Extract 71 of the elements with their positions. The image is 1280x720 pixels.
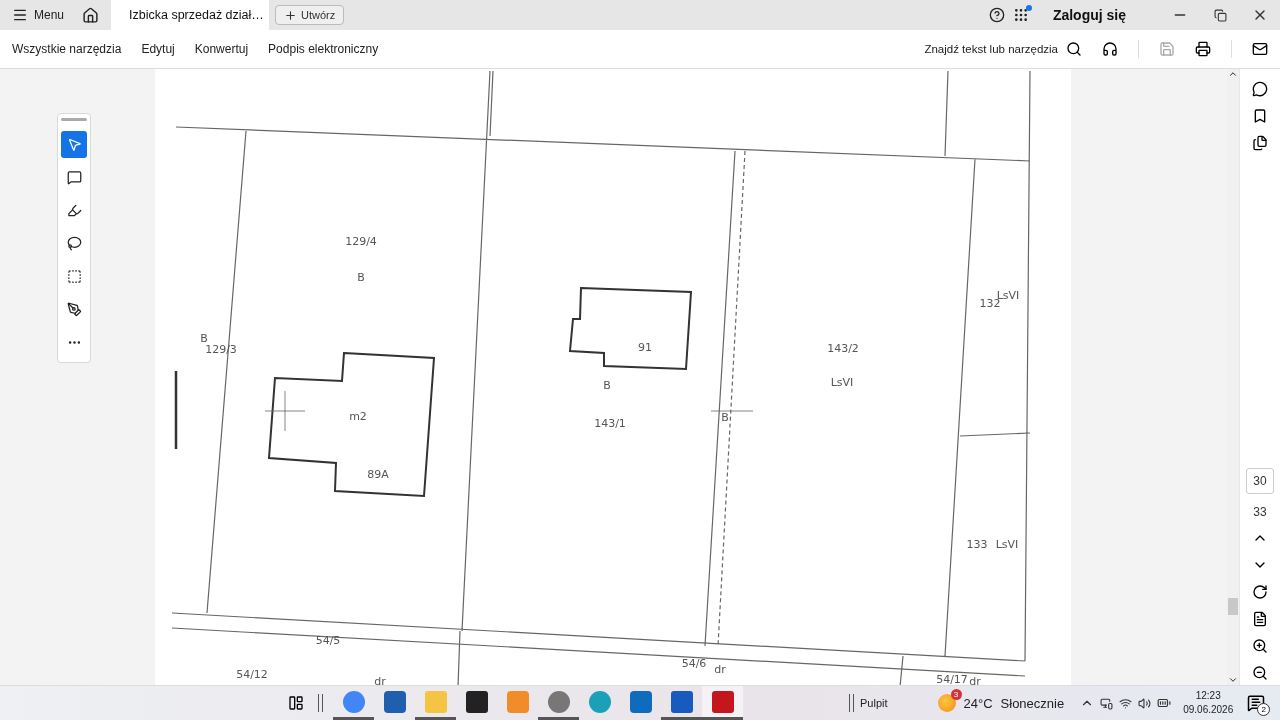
- highlight-icon[interactable]: [66, 203, 82, 218]
- select-tool-button[interactable]: [61, 131, 87, 158]
- parcel-label: LsVI: [995, 538, 1019, 551]
- sign-in-button[interactable]: Zaloguj się: [1046, 6, 1132, 24]
- print-icon[interactable]: [1195, 41, 1211, 57]
- parcel-label: 54/12: [236, 668, 268, 681]
- scroll-down-icon[interactable]: [1228, 675, 1238, 685]
- device-icon[interactable]: [1100, 696, 1114, 710]
- lasso-icon[interactable]: [66, 236, 82, 251]
- volume-icon[interactable]: [1138, 696, 1152, 710]
- parcel-label: dr: [969, 675, 981, 685]
- parcel-label: dr: [374, 675, 386, 685]
- parcel-label: 54/6: [681, 657, 707, 670]
- search-icon[interactable]: [1066, 41, 1082, 57]
- weather-temperature[interactable]: 24°C: [963, 695, 993, 711]
- parcel-label: B: [357, 271, 365, 284]
- parcel-label: B: [603, 379, 611, 392]
- scrollbar-thumb[interactable]: [1228, 598, 1238, 615]
- comment-icon[interactable]: [1252, 81, 1268, 97]
- task-view-icon[interactable]: [288, 695, 304, 711]
- desktop-label[interactable]: Pulpit: [860, 697, 888, 709]
- restore-icon[interactable]: [1213, 8, 1227, 22]
- pages-icon[interactable]: [1252, 135, 1268, 151]
- weather-sun-icon[interactable]: [937, 694, 956, 712]
- clock-date[interactable]: 09.06.2026: [1183, 703, 1234, 717]
- weather-badge: 3: [950, 689, 962, 700]
- parcel-label: 89A: [367, 468, 389, 481]
- zoom-out-icon[interactable]: [1252, 665, 1268, 681]
- mail-icon[interactable]: [1252, 41, 1268, 57]
- rotate-icon[interactable]: [1252, 584, 1268, 600]
- menu-icon[interactable]: [12, 7, 28, 23]
- page-total: 33: [1253, 505, 1267, 519]
- textbox-icon[interactable]: [66, 269, 82, 284]
- tab-title: Izbicka sprzedaż dział…: [129, 8, 264, 22]
- vertical-scrollbar[interactable]: [1227, 69, 1239, 685]
- toolbar-menu-item[interactable]: Edytuj: [141, 42, 175, 56]
- parcel-label: 54/17: [936, 673, 968, 685]
- plus-icon[interactable]: [284, 8, 298, 22]
- headphones-icon[interactable]: [1102, 41, 1118, 57]
- parcel-label: dr: [714, 663, 726, 676]
- create-button[interactable]: Utwórz: [275, 5, 345, 25]
- toolbar-menu-item[interactable]: Podpis elektroniczny: [268, 42, 379, 56]
- parcel-label: B: [721, 411, 729, 424]
- parcel-label: m2: [349, 410, 367, 423]
- taskbar-app-button[interactable]: [702, 686, 743, 720]
- search-placeholder[interactable]: Znajdź tekst lub narzędzia: [924, 43, 1058, 55]
- parcel-label: 129/4: [345, 235, 377, 248]
- parcel-label: 91: [638, 341, 652, 354]
- toolbar-menu-item[interactable]: Konwertuj: [194, 42, 249, 56]
- parcel-label: 143/1: [594, 417, 626, 430]
- zoom-in-icon[interactable]: [1252, 638, 1268, 654]
- clock-time[interactable]: 12:23: [1195, 689, 1221, 703]
- sign-icon[interactable]: [66, 302, 82, 317]
- page-number-field[interactable]: 30: [1246, 468, 1274, 494]
- parcel-label: LsVI: [830, 376, 854, 389]
- menu-button[interactable]: Menu: [8, 3, 69, 27]
- weather-condition[interactable]: Słonecznie: [1000, 695, 1065, 711]
- parcel-label: 133: [966, 538, 988, 551]
- notification-dot: [1025, 5, 1032, 11]
- comment-icon[interactable]: [66, 170, 82, 185]
- scroll-up-icon[interactable]: [1228, 69, 1238, 79]
- page-fit-icon[interactable]: [1252, 611, 1268, 627]
- document-tab[interactable]: Izbicka sprzedaż dział…: [111, 0, 270, 30]
- parcel-label: B: [200, 332, 208, 345]
- bookmark-icon[interactable]: [1252, 108, 1268, 124]
- toolbar-menu-item[interactable]: Wszystkie narzędzia: [12, 42, 122, 56]
- battery-icon[interactable]: [1157, 696, 1172, 710]
- wifi-icon[interactable]: [1119, 696, 1133, 710]
- parcel-label: 143/2: [827, 342, 859, 355]
- select-icon[interactable]: [66, 137, 82, 152]
- parcel-label: 54/5: [315, 634, 341, 647]
